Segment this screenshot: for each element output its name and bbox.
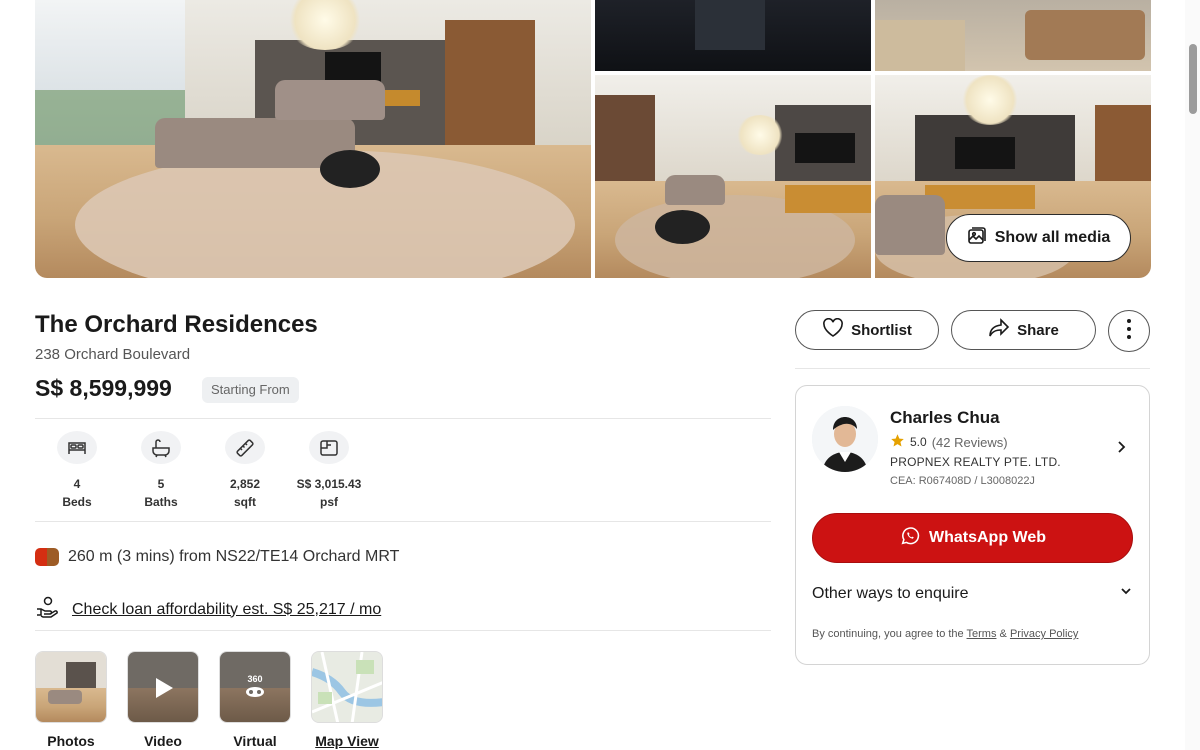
gallery-photo[interactable] (595, 75, 871, 278)
floorplan-icon (309, 431, 349, 464)
loan-affordability: Check loan affordability est. S$ 25,217 … (35, 595, 381, 624)
whatsapp-icon (899, 525, 921, 552)
agent-avatar[interactable] (812, 406, 878, 472)
feature-area: 2,852 sqft (203, 431, 287, 511)
key-features: 4 Beds 5 Baths 2,852 sqft S$ 3,015.43 psf (35, 431, 371, 511)
rating-value: 5.0 (910, 435, 927, 449)
ruler-icon (225, 431, 265, 464)
terms-link[interactable]: Terms (967, 628, 997, 640)
star-icon (890, 433, 905, 451)
agent-rating: 5.0 (42 Reviews) (890, 433, 1008, 451)
photo-thumbnail[interactable] (35, 651, 107, 723)
photo-gallery: Show all media (35, 0, 1151, 278)
consent-and: & (999, 628, 1007, 640)
media-video-label: Video (144, 733, 182, 749)
share-button[interactable]: Share (951, 310, 1096, 350)
other-ways-dropdown[interactable]: Other ways to enquire (812, 584, 1133, 603)
gallery-photo[interactable] (595, 0, 871, 71)
whatsapp-label: WhatsApp Web (928, 529, 1047, 546)
virtual-tour-thumbnail[interactable]: 360 (219, 651, 291, 723)
feature-beds: 4 Beds (35, 431, 119, 511)
share-icon (988, 318, 1010, 342)
consent-prefix: By continuing, you agree to the (812, 628, 964, 640)
divider (35, 630, 771, 631)
media-photos-label: Photos (47, 733, 95, 749)
agent-name[interactable]: Charles Chua (890, 408, 1000, 428)
media-gallery-icon (967, 226, 987, 251)
show-all-media-button[interactable]: Show all media (946, 214, 1131, 262)
money-hand-icon (35, 595, 59, 624)
cea-number: CEA: R067408D / L3008022J (890, 475, 1035, 487)
psf-label: psf (319, 495, 338, 509)
bed-icon (57, 431, 97, 464)
heart-icon (822, 317, 844, 342)
listing-title: The Orchard Residences (35, 311, 318, 338)
media-video[interactable]: Video (127, 651, 199, 749)
share-label: Share (1017, 321, 1059, 339)
privacy-policy-link[interactable]: Privacy Policy (1010, 628, 1078, 640)
shortlist-button[interactable]: Shortlist (795, 310, 939, 350)
bath-icon (141, 431, 181, 464)
media-photos[interactable]: Photos (35, 651, 107, 749)
chevron-right-icon[interactable] (1114, 440, 1128, 459)
mrt-info: 260 m (3 mins) from NS22/TE14 Orchard MR… (35, 548, 399, 566)
loan-affordability-link[interactable]: Check loan affordability est. S$ 25,217 … (72, 601, 381, 619)
area-value: 2,852 (229, 477, 261, 491)
media-map-view-label: Map View (315, 733, 379, 749)
media-map-view[interactable]: Map View (311, 651, 383, 749)
divider (35, 418, 771, 419)
feature-psf: S$ 3,015.43 psf (287, 431, 371, 511)
chevron-down-icon (1119, 584, 1133, 603)
area-label: sqft (234, 495, 256, 509)
baths-value: 5 (157, 477, 165, 491)
consent-text: By continuing, you agree to the Terms & … (812, 628, 1078, 640)
video-thumbnail[interactable] (127, 651, 199, 723)
baths-label: Baths (144, 495, 178, 509)
divider (35, 521, 771, 522)
360-badge-text: 360 (247, 674, 263, 684)
beds-label: Beds (62, 495, 92, 509)
other-ways-label: Other ways to enquire (812, 584, 969, 602)
divider (795, 368, 1150, 369)
agent-card: Charles Chua 5.0 (42 Reviews) PROPNEX RE… (795, 385, 1150, 665)
whatsapp-button[interactable]: WhatsApp Web (812, 513, 1133, 563)
media-virtual-tour[interactable]: 360 Virtual (219, 651, 291, 749)
listing-address: 238 Orchard Boulevard (35, 346, 191, 363)
mrt-line-icon (35, 548, 59, 566)
psf-value: S$ 3,015.43 (296, 477, 362, 491)
beds-value: 4 (73, 477, 81, 491)
review-count: (42 Reviews) (931, 434, 1008, 450)
price-tag: Starting From (202, 377, 299, 403)
more-vertical-icon (1126, 318, 1132, 345)
show-all-media-label: Show all media (994, 229, 1111, 246)
agency-name: PROPNEX REALTY PTE. LTD. (890, 455, 1061, 469)
listing-price: S$ 8,599,999 (35, 375, 172, 401)
media-options: Photos Video 360 Virtual Map View (35, 651, 383, 749)
play-icon (153, 676, 175, 705)
shortlist-label: Shortlist (851, 321, 912, 339)
scrollbar-thumb[interactable] (1189, 44, 1197, 114)
mrt-text: 260 m (3 mins) from NS22/TE14 Orchard MR… (68, 548, 400, 565)
360-icon: 360 (244, 674, 266, 698)
map-thumbnail[interactable] (311, 651, 383, 723)
media-virtual-label: Virtual (233, 733, 277, 749)
gallery-photo[interactable] (875, 0, 1151, 71)
main-photo[interactable] (35, 0, 591, 278)
more-options-button[interactable] (1108, 310, 1150, 352)
feature-baths: 5 Baths (119, 431, 203, 511)
page-scrollbar[interactable] (1185, 0, 1200, 750)
